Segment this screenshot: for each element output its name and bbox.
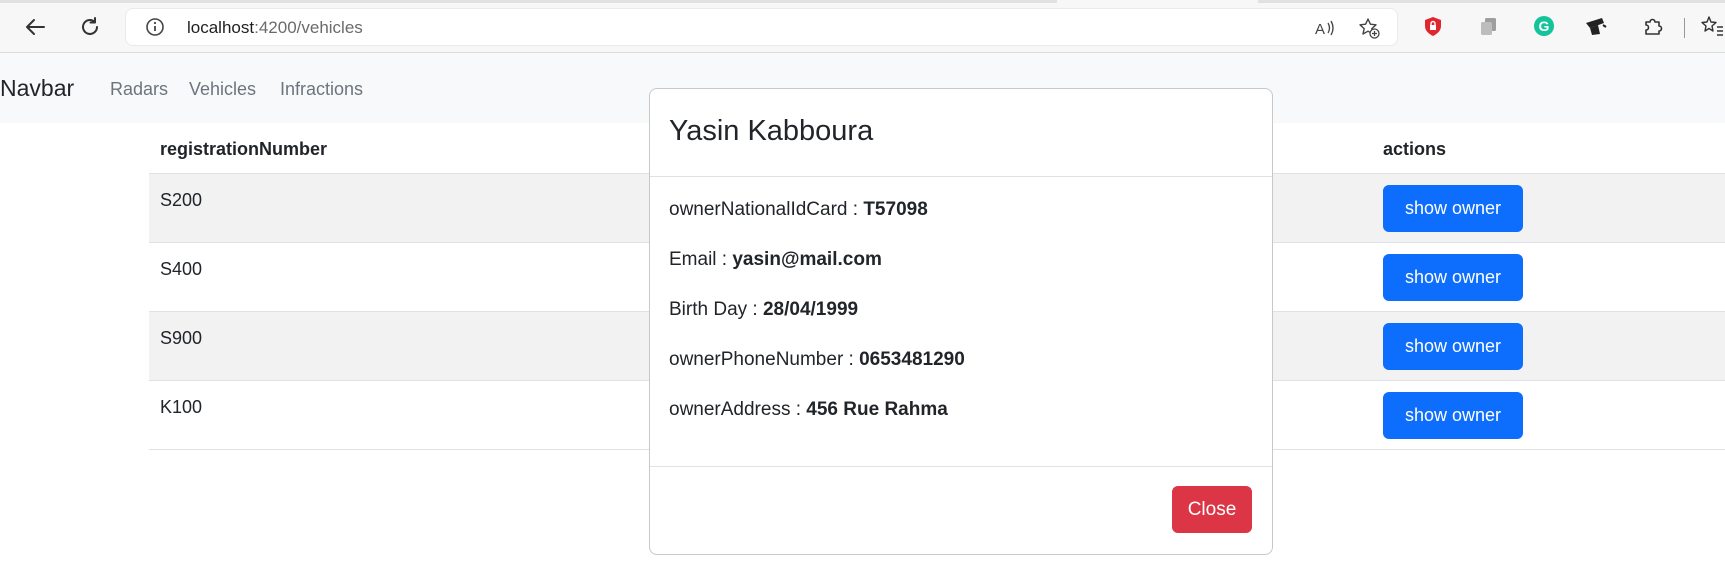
nav-link-vehicles[interactable]: Vehicles [189, 79, 256, 100]
tab-strip [1258, 0, 1725, 3]
owner-email-field: Email : yasin@mail.com [669, 249, 1249, 299]
modal-header: Yasin Kabboura [650, 89, 1272, 177]
owner-phone-field: ownerPhoneNumber : 0653481290 [669, 349, 1249, 399]
field-value: 28/04/1999 [762, 299, 859, 320]
owner-address-field: ownerAddress : 456 Rue Rahma [669, 399, 1249, 449]
svg-text:G: G [1539, 18, 1550, 34]
show-owner-button[interactable]: show owner [1383, 392, 1523, 439]
address-bar[interactable]: localhost:4200/vehicles A [125, 8, 1398, 46]
nav-link-infractions[interactable]: Infractions [280, 79, 363, 100]
navbar-brand[interactable]: Navbar [0, 75, 74, 102]
field-value: 456 Rue Rahma [806, 399, 948, 420]
show-owner-button[interactable]: show owner [1383, 323, 1523, 370]
dark-mode-extension-icon[interactable] [1584, 14, 1608, 38]
field-label: ownerPhoneNumber : [669, 349, 860, 370]
field-label: ownerAddress : [669, 399, 807, 420]
read-aloud-icon[interactable]: A [1314, 17, 1336, 39]
copy-extension-icon[interactable] [1477, 14, 1501, 38]
modal-footer: Close [650, 466, 1272, 555]
modal-title: Yasin Kabboura [669, 115, 874, 147]
shield-extension-icon[interactable] [1421, 14, 1445, 38]
show-owner-button[interactable]: show owner [1383, 185, 1523, 232]
reload-icon[interactable] [75, 12, 105, 42]
modal-body: ownerNationalIdCard : T57098 Email : yas… [669, 199, 1249, 449]
field-value: yasin@mail.com [732, 249, 882, 270]
favorite-add-icon[interactable] [1358, 17, 1380, 39]
registration-number-cell: S200 [160, 190, 203, 210]
column-header-actions: actions [1383, 139, 1447, 159]
owner-modal: Yasin Kabboura ownerNationalIdCard : T57… [649, 88, 1273, 555]
column-header-registration: registrationNumber [160, 139, 328, 159]
url-path: :4200/vehicles [254, 18, 363, 37]
tab-strip [0, 0, 1057, 3]
info-icon[interactable] [145, 17, 165, 37]
registration-number-cell: K100 [160, 397, 203, 417]
back-icon[interactable] [20, 12, 50, 42]
svg-text:A: A [1315, 21, 1325, 38]
field-value: 0653481290 [859, 349, 965, 370]
browser-toolbar: localhost:4200/vehicles A G [0, 0, 1725, 53]
field-value: T57098 [863, 199, 928, 220]
registration-number-cell: S900 [160, 328, 203, 348]
url-host: localhost [187, 18, 255, 37]
owner-national-id-field: ownerNationalIdCard : T57098 [669, 199, 1249, 249]
close-button[interactable]: Close [1172, 486, 1252, 533]
field-label: Email : [669, 249, 733, 270]
toolbar-divider [1684, 18, 1685, 38]
field-label: Birth Day : [669, 299, 763, 320]
field-label: ownerNationalIdCard : [669, 199, 864, 220]
grammarly-icon[interactable]: G [1532, 14, 1556, 38]
owner-birthday-field: Birth Day : 28/04/1999 [669, 299, 1249, 349]
show-owner-button[interactable]: show owner [1383, 254, 1523, 301]
url-text[interactable]: localhost:4200/vehicles [187, 18, 363, 38]
registration-number-cell: S400 [160, 259, 203, 279]
extensions-puzzle-icon[interactable] [1641, 14, 1665, 38]
favorites-icon[interactable] [1700, 14, 1724, 38]
nav-link-radars[interactable]: Radars [110, 79, 168, 100]
